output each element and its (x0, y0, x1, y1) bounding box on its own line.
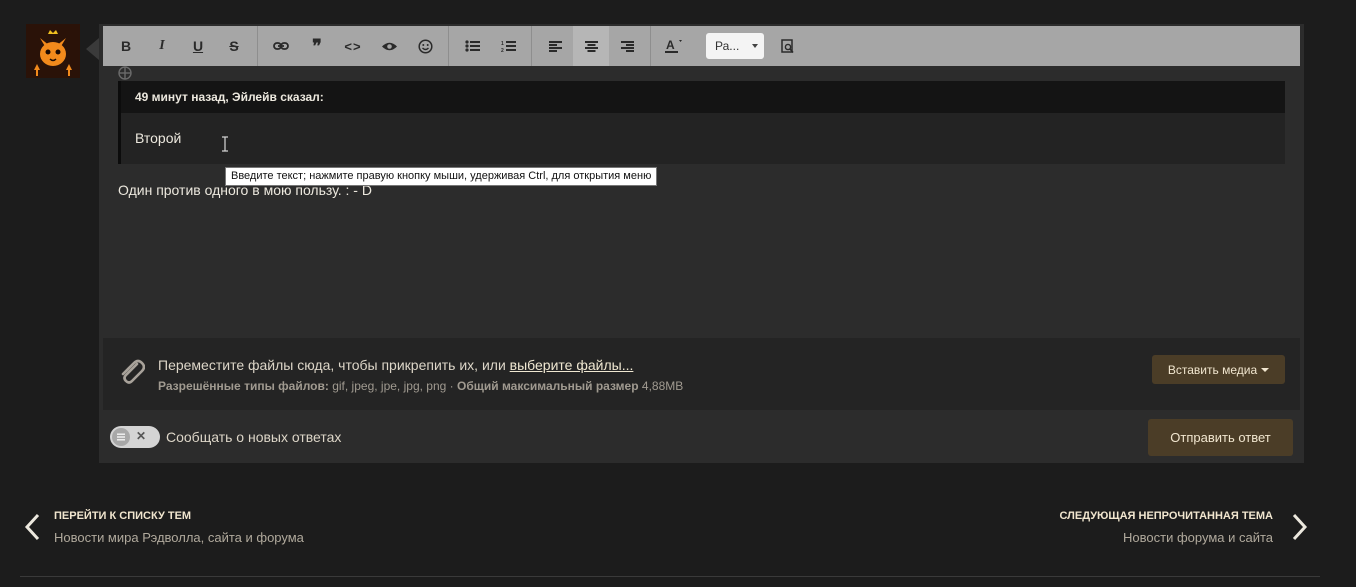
list-group: 12 (449, 26, 532, 66)
link-button[interactable] (263, 26, 299, 66)
prev-topic-title[interactable]: ПЕРЕЙТИ К СПИСКУ ТЕМ (54, 510, 191, 522)
insert-media-button[interactable]: Вставить медиа (1152, 355, 1285, 384)
move-handle-icon[interactable] (118, 66, 132, 80)
bold-button[interactable]: B (108, 26, 144, 66)
toggle-knob (112, 428, 130, 446)
align-left-icon (548, 40, 562, 52)
style-group: A Ра... (651, 26, 811, 66)
submit-reply-button[interactable]: Отправить ответ (1148, 419, 1293, 456)
prev-topic-subtitle[interactable]: Новости мира Рэдволла, сайта и форума (54, 530, 304, 545)
align-center-icon (584, 40, 598, 52)
file-types-label: Разрешённые типы файлов: (158, 379, 329, 393)
align-left-button[interactable] (537, 26, 573, 66)
editor-toolbar: B I U S ❞ <> 12 A Ра... (103, 26, 1300, 66)
svg-text:A: A (666, 38, 675, 52)
quote-header: 49 минут назад, Эйлейв сказал: (121, 81, 1285, 113)
file-types-value: gif, jpeg, jpe, jpg, png (332, 379, 447, 393)
bullet-list-icon (464, 40, 480, 52)
strikethrough-button[interactable]: S (216, 26, 252, 66)
attachment-area[interactable] (103, 338, 1300, 410)
drop-instruction: Переместите файлы сюда, чтобы прикрепить… (158, 357, 506, 373)
numbered-list-icon: 12 (501, 40, 516, 53)
align-group (532, 26, 651, 66)
link-icon (273, 42, 289, 50)
editor-tooltip: Введите текст; нажмите правую кнопку мыш… (225, 167, 658, 186)
numbered-list-button[interactable]: 12 (490, 26, 526, 66)
align-right-icon (620, 40, 634, 52)
chevron-right-icon[interactable] (1286, 512, 1310, 542)
notify-toggle[interactable]: ✕ (110, 426, 160, 448)
quote-button[interactable]: ❞ (299, 26, 335, 66)
choose-files-link[interactable]: выберите файлы... (510, 357, 634, 373)
chevron-left-icon[interactable] (22, 512, 46, 542)
notify-label[interactable]: Сообщать о новых ответах (166, 429, 341, 445)
insert-media-label: Вставить медиа (1167, 362, 1258, 377)
code-icon: <> (344, 38, 362, 54)
format-group: B I U S (103, 26, 258, 66)
text-color-icon: A (665, 38, 682, 53)
toggle-off-icon: ✕ (136, 429, 147, 443)
font-select[interactable]: Ра... (706, 33, 764, 59)
next-topic-subtitle[interactable]: Новости форума и сайта (1123, 530, 1273, 545)
font-select-value: Ра... (715, 39, 740, 53)
quote-icon: ❞ (312, 35, 322, 56)
preview-button[interactable] (770, 26, 806, 66)
preview-icon (781, 38, 794, 53)
bullet-list-button[interactable] (454, 26, 490, 66)
svg-text:2: 2 (501, 48, 504, 53)
insert-group: ❞ <> (258, 26, 449, 66)
text-cursor-icon (221, 136, 229, 152)
avatar-pointer (86, 38, 99, 60)
underline-button[interactable]: U (180, 26, 216, 66)
attachment-drop-text: Переместите файлы сюда, чтобы прикрепить… (158, 357, 633, 373)
limits-separator: · (449, 379, 454, 393)
eye-icon (381, 42, 397, 50)
attachment-limits: Разрешённые типы файлов: gif, jpeg, jpe,… (158, 379, 683, 393)
max-size-value: 4,88MB (641, 379, 684, 393)
align-right-button[interactable] (609, 26, 645, 66)
code-button[interactable]: <> (335, 26, 371, 66)
align-center-button[interactable] (573, 26, 609, 66)
fox-avatar-icon (26, 24, 80, 78)
text-color-button[interactable]: A (656, 26, 692, 66)
footer-divider (20, 576, 1320, 577)
quote-body: Второй (135, 130, 182, 146)
svg-text:1: 1 (501, 41, 504, 47)
max-size-label: Общий максимальный размер (457, 379, 639, 393)
strikethrough-icon: S (229, 38, 239, 54)
italic-button[interactable]: I (144, 26, 180, 66)
bold-icon: B (120, 38, 132, 54)
smiley-icon (417, 38, 433, 54)
spoiler-button[interactable] (371, 26, 407, 66)
paperclip-icon (117, 356, 146, 386)
chevron-down-icon (752, 44, 758, 48)
italic-icon: I (159, 38, 165, 53)
underline-icon: U (192, 38, 204, 54)
emoji-button[interactable] (407, 26, 443, 66)
quote-block[interactable]: 49 минут назад, Эйлейв сказал: Второй (118, 81, 1285, 164)
next-topic-title[interactable]: СЛЕДУЮЩАЯ НЕПРОЧИТАННАЯ ТЕМА (1060, 510, 1274, 522)
chevron-down-icon (1261, 367, 1270, 372)
user-avatar[interactable] (26, 24, 80, 78)
